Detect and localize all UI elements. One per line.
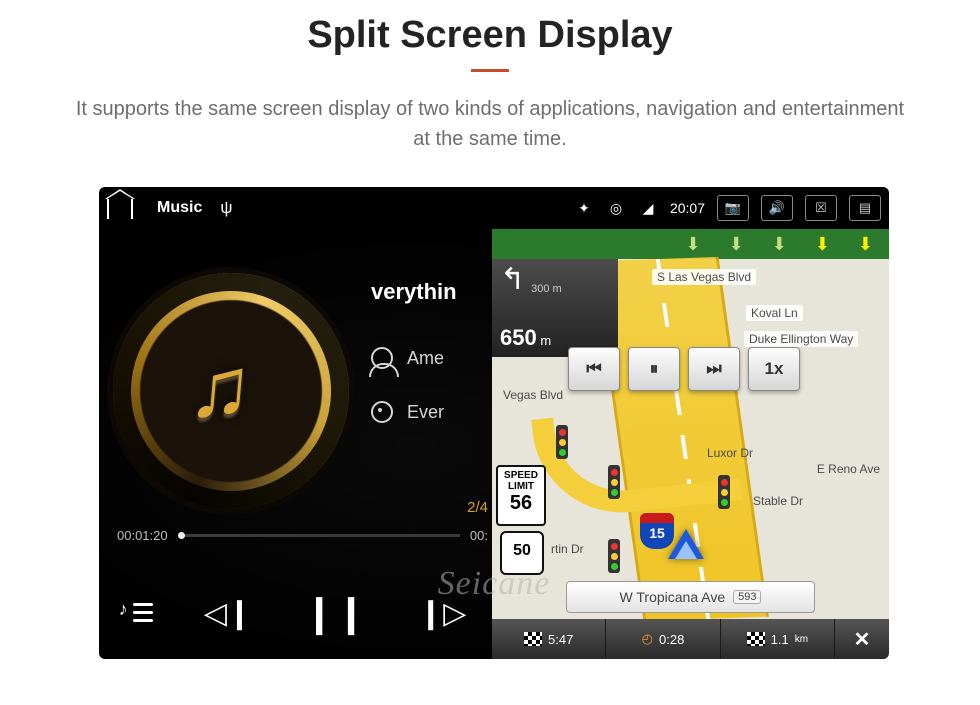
- traffic-light-icon: [608, 539, 620, 573]
- page-subtitle: It supports the same screen display of t…: [72, 94, 908, 154]
- vehicle-cursor-icon: [668, 529, 704, 559]
- checkered-flag-icon: [524, 632, 542, 646]
- time-elapsed: 00:01:20: [117, 528, 168, 543]
- track-index: 2/4: [467, 499, 488, 516]
- playlist-button[interactable]: [125, 601, 153, 625]
- traffic-light-icon: [608, 465, 620, 499]
- bluetooth-icon: ✦: [574, 198, 594, 218]
- street-label: rtin Dr: [546, 541, 589, 557]
- screenshot-button[interactable]: 📷: [717, 195, 749, 221]
- music-pane: ♫ verythin Ame Ever 2/4 00:01:20 00: ◁❙ …: [99, 229, 492, 659]
- music-controls: ◁❙ ❙❙ ❙▷: [99, 567, 492, 659]
- turn-main-unit: m: [540, 333, 551, 348]
- current-street-name: W Tropicana Ave: [620, 589, 726, 605]
- traffic-light-icon: [718, 475, 730, 509]
- distance-segment[interactable]: 1.1 km: [721, 619, 835, 659]
- music-note-icon: ♫: [185, 339, 256, 436]
- app-title: Music: [157, 199, 202, 217]
- distance-unit: km: [795, 634, 808, 645]
- artist-icon: [371, 347, 393, 369]
- artist-name: Ame: [407, 348, 444, 369]
- street-label: Koval Ln: [746, 305, 803, 321]
- nav-prev-button[interactable]: ⏮: [568, 347, 620, 391]
- wifi-icon: ◢: [638, 198, 658, 218]
- street-label: Duke Ellington Way: [744, 331, 858, 347]
- current-street-bar: W Tropicana Ave 593: [566, 581, 815, 613]
- street-label: Vegas Blvd: [498, 387, 568, 403]
- song-title: verythin: [371, 279, 457, 305]
- navigation-pane[interactable]: ⬇ ⬇ ⬇ ⬇ ⬇ ↰ 300 m 650 m S Las Vegas Blvd…: [492, 229, 889, 659]
- eta-segment[interactable]: 5:47: [492, 619, 606, 659]
- album-icon: [371, 401, 393, 423]
- location-icon: ◎: [606, 198, 626, 218]
- nav-next-button[interactable]: ⏭: [688, 347, 740, 391]
- close-app-button[interactable]: ☒: [805, 195, 837, 221]
- speed-limit-label: SPEED LIMIT: [498, 470, 544, 492]
- street-label: E Reno Ave: [812, 461, 885, 477]
- traffic-light-icon: [556, 425, 568, 459]
- nav-speed-button[interactable]: 1x: [748, 347, 800, 391]
- distance-value: 1.1: [771, 632, 789, 647]
- page-title: Split Screen Display: [0, 14, 980, 57]
- turn-sub-distance: 300 m: [531, 283, 562, 295]
- current-street-badge: 593: [733, 590, 761, 604]
- speed-limit-value: 56: [498, 492, 544, 514]
- prev-track-button[interactable]: ◁❙: [204, 596, 252, 631]
- nav-bottom-bar: 5:47 ◴ 0:28 1.1 km ✕: [492, 619, 889, 659]
- turn-left-icon: ↰: [500, 265, 525, 295]
- lane-guidance-bar: ⬇ ⬇ ⬇ ⬇ ⬇: [492, 229, 889, 259]
- device-screen: Music ψ ✦ ◎ ◢ 20:07 📷 🔊 ☒ ▤ ♫ verythin A…: [99, 187, 889, 659]
- lane-arrow-icon: ⬇: [815, 234, 830, 255]
- eta-value: 5:47: [548, 632, 573, 647]
- lane-arrow-icon: ⬇: [686, 234, 701, 255]
- seek-bar[interactable]: 00:01:20 00:: [117, 525, 488, 545]
- clock: 20:07: [670, 200, 705, 216]
- next-track-button[interactable]: ❙▷: [418, 596, 466, 631]
- lane-arrow-icon: ⬇: [858, 234, 873, 255]
- lane-arrow-icon: ⬇: [772, 234, 787, 255]
- street-label: Luxor Dr: [702, 445, 758, 461]
- title-underline: [471, 69, 509, 72]
- checkered-flag-icon: [747, 632, 765, 646]
- volume-button[interactable]: 🔊: [761, 195, 793, 221]
- turn-main-distance: 650: [500, 325, 537, 350]
- nav-pause-button[interactable]: ⏸: [628, 347, 680, 391]
- speed-limit-sign: SPEED LIMIT 56: [496, 465, 546, 526]
- clock-icon: ◴: [642, 631, 653, 647]
- route-shield: 50: [500, 531, 544, 575]
- turn-instruction: ↰ 300 m 650 m: [492, 259, 618, 357]
- triptime-segment[interactable]: ◴ 0:28: [606, 619, 720, 659]
- status-bar: Music ψ ✦ ◎ ◢ 20:07 📷 🔊 ☒ ▤: [99, 187, 889, 229]
- home-icon[interactable]: [107, 197, 133, 219]
- splitscreen-button[interactable]: ▤: [849, 195, 881, 221]
- lane-arrow-icon: ⬇: [729, 234, 744, 255]
- seek-track[interactable]: [178, 534, 460, 537]
- time-total: 00:: [470, 528, 488, 543]
- triptime-value: 0:28: [659, 632, 684, 647]
- pause-button[interactable]: ❙❙: [303, 591, 367, 636]
- street-label: S Las Vegas Blvd: [652, 269, 756, 285]
- usb-icon: ψ: [220, 198, 232, 218]
- nav-close-button[interactable]: ✕: [835, 619, 889, 659]
- street-label: Stable Dr: [748, 493, 808, 509]
- album-name: Ever: [407, 402, 444, 423]
- nav-media-controls: ⏮ ⏸ ⏭ 1x: [568, 347, 800, 391]
